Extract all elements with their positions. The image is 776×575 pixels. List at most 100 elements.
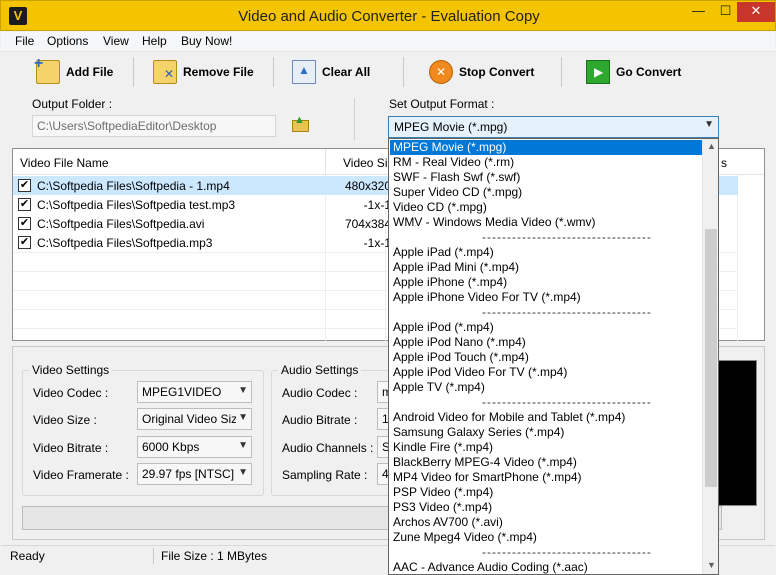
dropdown-option[interactable]: Super Video CD (*.mpg): [390, 185, 702, 200]
dropdown-option[interactable]: Apple iPhone (*.mp4): [390, 275, 702, 290]
video-codec-select[interactable]: MPEG1VIDEO ▼: [137, 381, 252, 403]
column-video-size[interactable]: Video Siz: [343, 156, 393, 170]
video-size: 704x384: [344, 217, 391, 231]
dropdown-option[interactable]: MPEG Movie (*.mpg): [390, 140, 702, 155]
video-settings-title: Video Settings: [29, 363, 113, 377]
output-folder-field[interactable]: C:\Users\SoftpediaEditor\Desktop: [32, 115, 276, 137]
toolbar-separator: [133, 57, 134, 87]
remove-file-label: Remove File: [183, 65, 254, 79]
scroll-down-icon[interactable]: ▼: [707, 560, 716, 570]
dropdown-option[interactable]: MP4 Video for SmartPhone (*.mp4): [390, 470, 702, 485]
dropdown-option[interactable]: Video CD (*.mpg): [390, 200, 702, 215]
remove-file-icon: [153, 60, 177, 84]
audio-channels-label: Audio Channels :: [282, 441, 374, 455]
video-framerate-value: 29.97 fps [NTSC]: [142, 467, 235, 481]
minimize-button[interactable]: —: [685, 2, 712, 22]
dropdown-option[interactable]: BlackBerry MPEG-4 Video (*.mp4): [390, 455, 702, 470]
scrollbar-thumb[interactable]: [705, 229, 717, 487]
dropdown-option[interactable]: Apple iPod Touch (*.mp4): [390, 350, 702, 365]
output-format-label: Set Output Format :: [389, 97, 495, 111]
browse-folder-button[interactable]: ▲: [290, 114, 312, 135]
chevron-down-icon: ▼: [236, 440, 248, 451]
dropdown-option[interactable]: Samsung Galaxy Series (*.mp4): [390, 425, 702, 440]
stop-convert-button[interactable]: Stop Convert: [429, 57, 534, 87]
video-bitrate-value: 6000 Kbps: [142, 440, 200, 454]
toolbar-separator: [273, 57, 274, 87]
chevron-down-icon: ▼: [236, 412, 248, 423]
row-checkbox[interactable]: ✔: [18, 217, 31, 230]
dropdown-scrollbar[interactable]: ▲ ▼: [702, 139, 718, 574]
add-file-icon: [34, 55, 60, 84]
add-file-button[interactable]: Add File: [34, 55, 114, 87]
menu-view[interactable]: View: [103, 34, 129, 48]
dropdown-option[interactable]: AAC - Advance Audio Coding (*.aac): [390, 560, 702, 574]
video-size-select[interactable]: Original Video Siz ▼: [137, 408, 252, 430]
output-format-select[interactable]: MPEG Movie (*.mpg) ▼: [388, 116, 719, 138]
window-title: Video and Audio Converter - Evaluation C…: [238, 8, 540, 25]
column-divider: [325, 149, 326, 175]
toolbar-separator: [561, 57, 562, 87]
output-format-value: MPEG Movie (*.mpg): [394, 120, 508, 134]
dropdown-option[interactable]: WMV - Windows Media Video (*.wmv): [390, 215, 702, 230]
output-folder-label: Output Folder :: [32, 97, 113, 111]
folder-arrow-icon: ▲: [294, 114, 305, 126]
column-partial[interactable]: s: [721, 156, 727, 170]
video-framerate-label: Video Framerate :: [33, 468, 129, 482]
video-codec-label: Video Codec :: [33, 386, 109, 400]
video-size: -1x-1: [363, 198, 391, 212]
go-convert-icon: [586, 60, 610, 84]
video-codec-value: MPEG1VIDEO: [142, 385, 222, 399]
close-button[interactable]: ✕: [737, 2, 775, 22]
row-checkbox[interactable]: ✔: [18, 198, 31, 211]
dropdown-option[interactable]: Apple TV (*.mp4): [390, 380, 702, 395]
video-size-value: Original Video Siz: [142, 412, 238, 426]
menu-bar: File Options View Help Buy Now!: [1, 32, 775, 52]
chevron-down-icon: ▼: [236, 467, 248, 478]
dropdown-option[interactable]: Archos AV700 (*.avi): [390, 515, 702, 530]
clear-all-icon: [292, 60, 316, 84]
output-format-dropdown[interactable]: AAC - Advance Audio Coding (*.aac) ------…: [388, 138, 719, 575]
dropdown-option[interactable]: Apple iPod (*.mp4): [390, 320, 702, 335]
dropdown-divider: ----------------------------------: [482, 305, 652, 319]
video-framerate-select[interactable]: 29.97 fps [NTSC] ▼: [137, 463, 252, 485]
menu-buy-now[interactable]: Buy Now!: [181, 34, 232, 48]
dropdown-option[interactable]: Apple iPad (*.mp4): [390, 245, 702, 260]
dropdown-option[interactable]: Kindle Fire (*.mp4): [390, 440, 702, 455]
maximize-button[interactable]: ☐: [712, 2, 739, 22]
menu-file[interactable]: File: [15, 34, 34, 48]
sampling-rate-label: Sampling Rate :: [282, 468, 368, 482]
menu-help[interactable]: Help: [142, 34, 167, 48]
audio-settings-title: Audio Settings: [278, 363, 362, 377]
dropdown-option[interactable]: PS3 Video (*.mp4): [390, 500, 702, 515]
dropdown-option[interactable]: Apple iPod Nano (*.mp4): [390, 335, 702, 350]
video-size: -1x-1: [363, 236, 391, 250]
audio-bitrate-label: Audio Bitrate :: [282, 413, 358, 427]
dropdown-option[interactable]: Apple iPhone Video For TV (*.mp4): [390, 290, 702, 305]
status-separator: [153, 548, 154, 564]
menu-options[interactable]: Options: [47, 34, 88, 48]
dropdown-option[interactable]: Apple iPad Mini (*.mp4): [390, 260, 702, 275]
clear-all-button[interactable]: Clear All: [292, 57, 370, 87]
video-bitrate-select[interactable]: 6000 Kbps ▼: [137, 436, 252, 458]
go-convert-label: Go Convert: [616, 65, 682, 79]
dropdown-option[interactable]: PSP Video (*.mp4): [390, 485, 702, 500]
remove-file-button[interactable]: Remove File: [153, 57, 254, 87]
column-video-file-name[interactable]: Video File Name: [20, 156, 109, 170]
dropdown-option[interactable]: Zune Mpeg4 Video (*.mp4): [390, 530, 702, 545]
dropdown-option[interactable]: RM - Real Video (*.rm): [390, 155, 702, 170]
video-bitrate-label: Video Bitrate :: [33, 441, 109, 455]
title-bar: V Video and Audio Converter - Evaluation…: [0, 0, 776, 31]
chevron-down-icon: ▼: [236, 385, 248, 396]
dropdown-option[interactable]: Apple iPod Video For TV (*.mp4): [390, 365, 702, 380]
file-name: C:\Softpedia Files\Softpedia.avi: [37, 217, 205, 231]
go-convert-button[interactable]: Go Convert: [586, 57, 681, 87]
clear-all-label: Clear All: [322, 65, 371, 79]
scroll-up-icon[interactable]: ▲: [707, 141, 716, 151]
dropdown-option[interactable]: SWF - Flash Swf (*.swf): [390, 170, 702, 185]
chevron-down-icon: ▼: [704, 119, 714, 130]
add-file-label: Add File: [66, 65, 114, 79]
row-checkbox[interactable]: ✔: [18, 179, 31, 192]
row-checkbox[interactable]: ✔: [18, 236, 31, 249]
dropdown-option[interactable]: Android Video for Mobile and Tablet (*.m…: [390, 410, 702, 425]
audio-codec-label: Audio Codec :: [282, 386, 358, 400]
